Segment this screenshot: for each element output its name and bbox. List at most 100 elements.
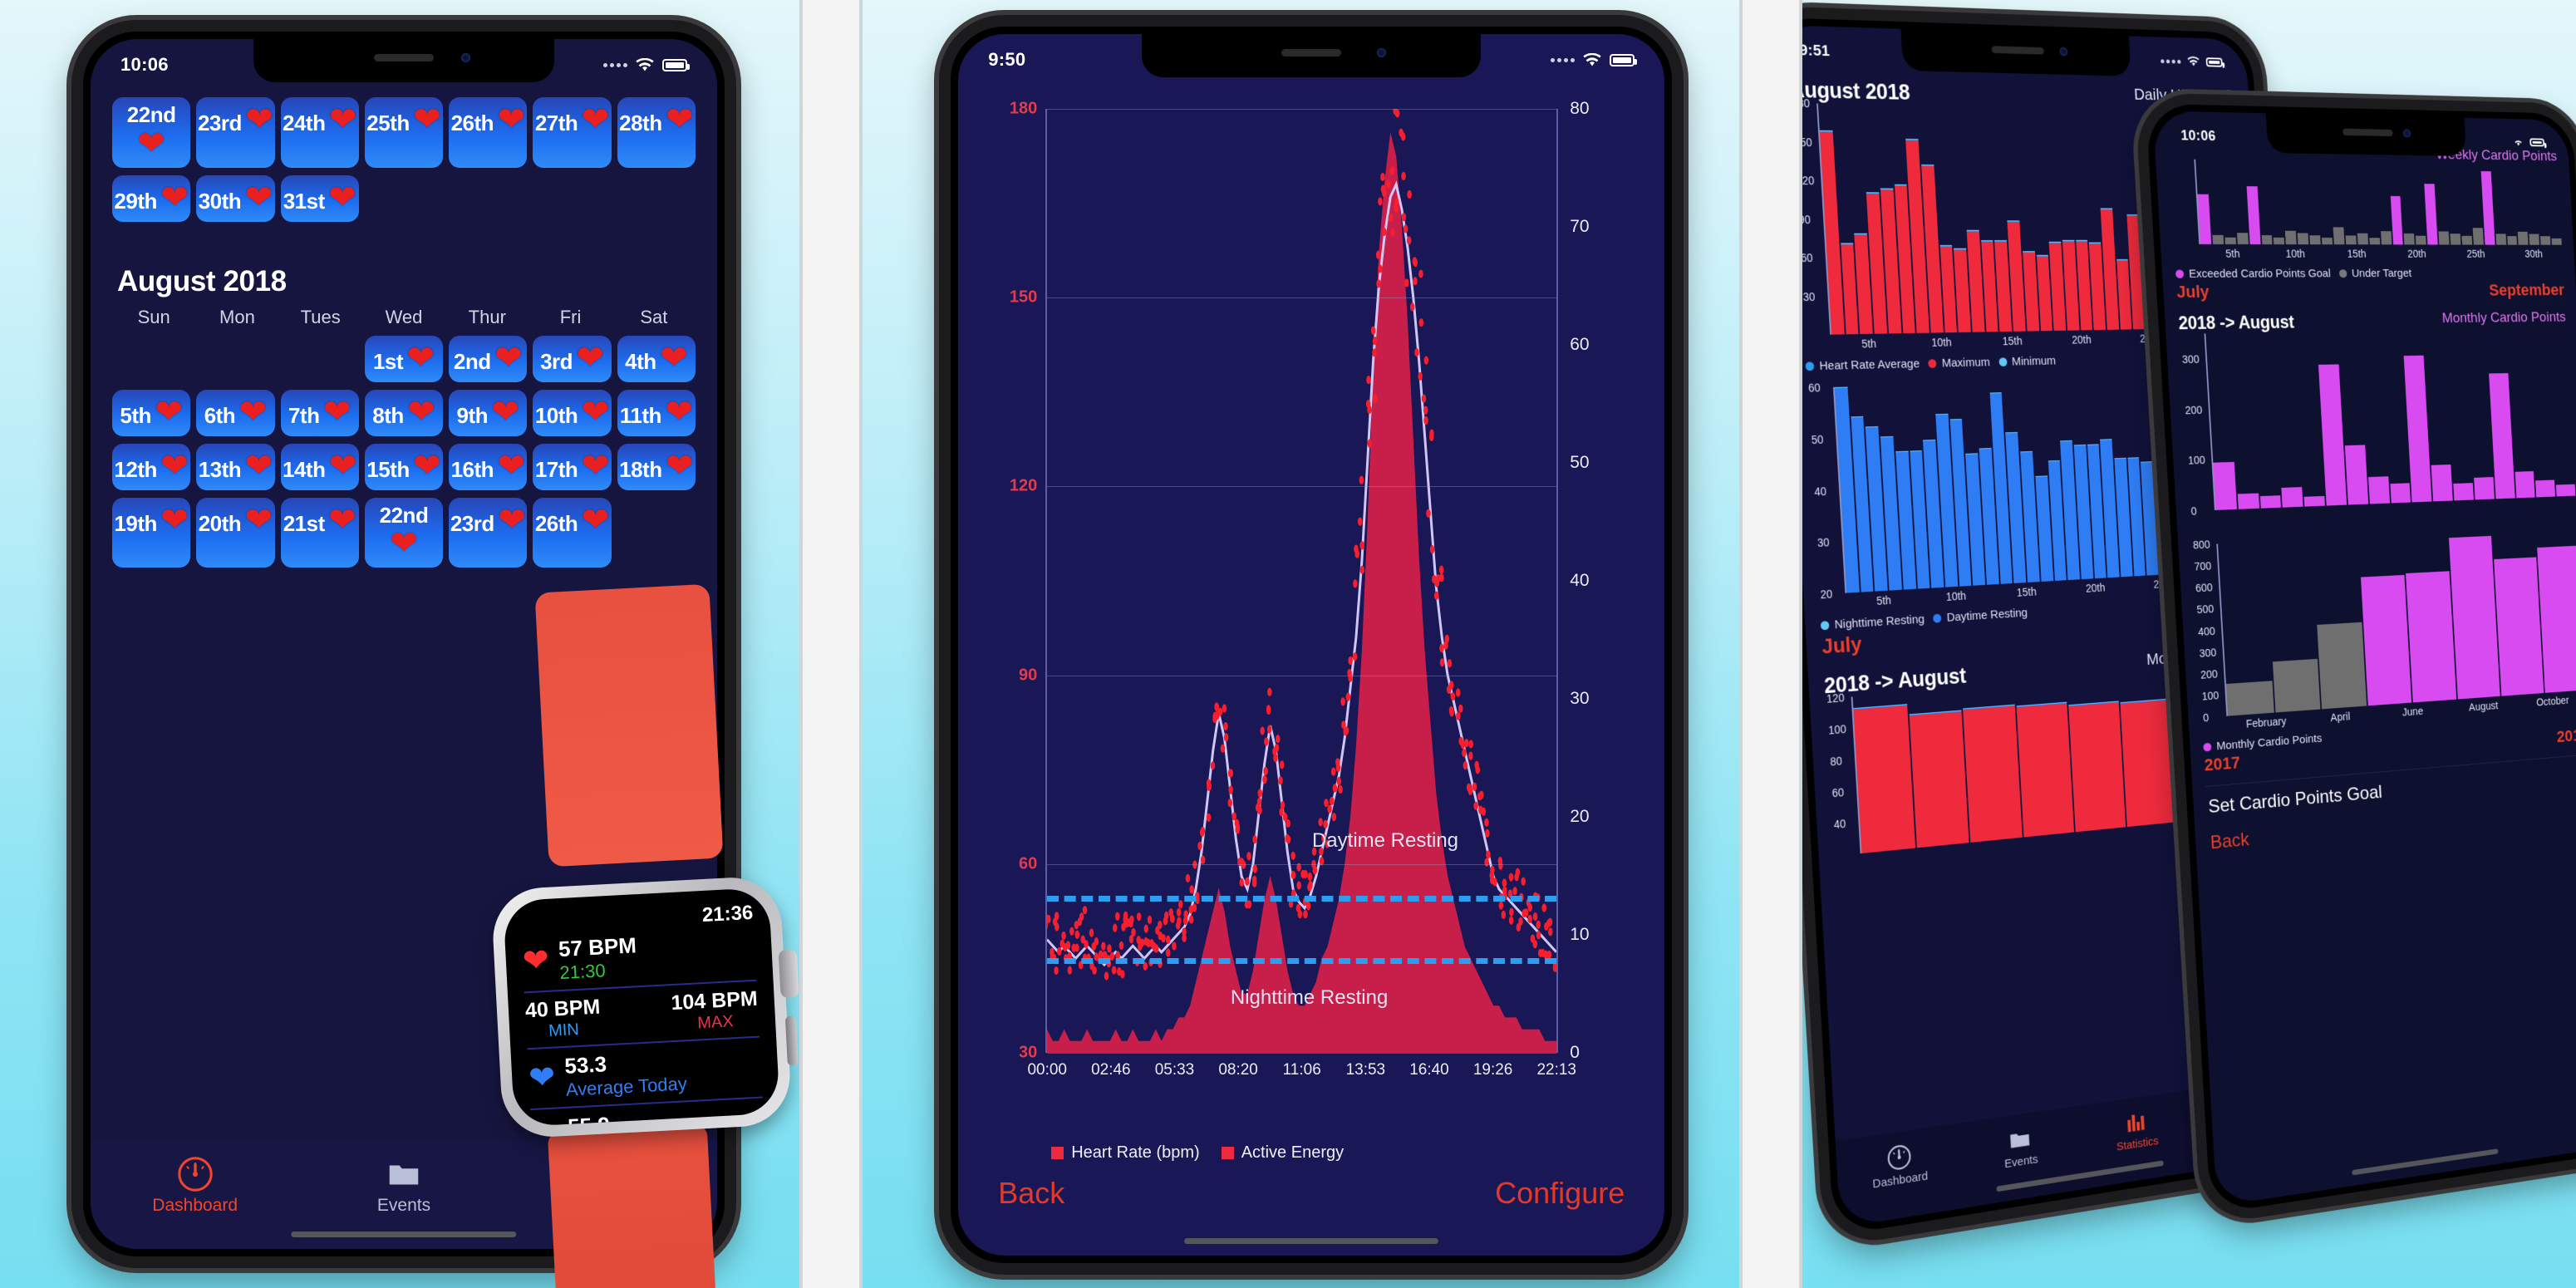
legend-dot <box>1806 361 1815 371</box>
calendar-day-cell[interactable]: 26th ❤ <box>449 97 527 168</box>
heart-icon: ❤ <box>328 179 356 216</box>
calendar-day-cell[interactable]: 21st ❤ <box>281 498 359 568</box>
calendar-day-cell[interactable]: 14th ❤ <box>281 444 359 490</box>
calendar-day-cell[interactable]: 13th ❤ <box>196 444 274 490</box>
y-axis-label: 180 <box>1010 100 1037 119</box>
heart-icon: ❤ <box>665 394 693 430</box>
heart-rate-line <box>1047 184 1556 965</box>
prev-period-button[interactable]: July <box>1821 632 1863 659</box>
calendar-day-cell[interactable]: 22nd ❤ <box>112 97 190 168</box>
calendar-day-label: 4th <box>625 349 656 374</box>
calendar-day-cell[interactable]: 1st ❤ <box>365 336 443 382</box>
calendar-day-cell[interactable]: 10th ❤ <box>533 390 611 436</box>
tab-statistics[interactable]: Statistics <box>2078 1099 2195 1160</box>
bar-segment <box>2494 557 2544 696</box>
prev-period-button[interactable]: July <box>2176 282 2210 302</box>
month-title: August 2018 <box>117 265 696 298</box>
x-axis-label: October <box>2536 694 2569 708</box>
calendar-day-cell[interactable]: 11th ❤ <box>617 390 696 436</box>
configure-button[interactable]: Configure <box>1495 1176 1625 1211</box>
calendar-day-cell[interactable]: 12th ❤ <box>112 444 190 490</box>
legend-label: Active Energy <box>1241 1143 1344 1163</box>
bar-segment <box>2213 235 2225 244</box>
calendar-day-cell[interactable]: 18th ❤ <box>617 444 696 490</box>
y-axis-label: 80 <box>1830 755 1842 769</box>
bar-segment <box>2404 234 2415 244</box>
heart-icon: ❤ <box>494 340 523 376</box>
calendar-day-cell[interactable]: 24th ❤ <box>281 97 359 168</box>
weekday-header: Tues <box>279 307 362 328</box>
calendar-day-cell[interactable]: 7th ❤ <box>281 390 359 436</box>
tab-events[interactable]: Events <box>1959 1115 2081 1178</box>
bar-segment <box>2226 681 2274 716</box>
calendar-day-cell[interactable]: 23rd ❤ <box>196 97 274 168</box>
tab-events[interactable]: Events <box>299 1153 508 1216</box>
calendar-day-cell[interactable]: 27th ❤ <box>533 97 611 168</box>
bar-segment <box>2262 235 2274 244</box>
watch-max-value: 104 BPM <box>671 987 759 1015</box>
watch-band-top <box>535 584 724 868</box>
gridline <box>1047 486 1556 487</box>
calendar-day-cell[interactable]: 30th ❤ <box>196 175 274 222</box>
calendar-day-cell[interactable]: 5th ❤ <box>112 390 190 436</box>
calendar-day-cell[interactable]: 15th ❤ <box>365 444 443 490</box>
x-axis-label: 25th <box>2466 248 2485 259</box>
calendar-day-cell[interactable]: 29th ❤ <box>112 175 190 222</box>
bar-segment <box>2310 235 2321 244</box>
x-axis-label: 15th <box>2347 248 2367 259</box>
bar <box>2067 677 2126 833</box>
side-button[interactable] <box>785 1015 799 1066</box>
signal-dots-icon <box>1551 58 1575 62</box>
weekday-header-row: Sun Mon Tues Wed Thur Fri Sat <box>112 307 696 328</box>
calendar-day-cell[interactable]: 16th ❤ <box>449 444 527 490</box>
prev-period-button[interactable]: 2017 <box>2204 753 2240 775</box>
digital-crown[interactable] <box>779 949 799 998</box>
bar-segment <box>2529 234 2540 245</box>
calendar-day-cell[interactable]: 28th ❤ <box>617 97 696 168</box>
calendar-day-cell[interactable]: 3rd ❤ <box>533 336 611 382</box>
bar-segment <box>2225 238 2237 244</box>
calendar-day-cell[interactable]: 2nd ❤ <box>449 336 527 382</box>
x-axis-label: 08:20 <box>1218 1061 1258 1079</box>
y-axis-label: 500 <box>2196 602 2214 616</box>
y-axis-label: 100 <box>2202 689 2220 702</box>
back-button[interactable]: Back <box>998 1176 1064 1211</box>
calendar-day-cell[interactable]: 25th ❤ <box>365 97 443 168</box>
calendar-day-label: 25th <box>366 111 409 135</box>
calendar-day-label: 30th <box>199 189 241 214</box>
y-axis-label: 300 <box>2182 353 2200 366</box>
calendar-day-cell[interactable]: 20th ❤ <box>196 498 274 568</box>
calendar-day-cell[interactable]: 31st ❤ <box>281 175 359 222</box>
calendar-day-cell[interactable]: 4th ❤ <box>617 336 696 382</box>
calendar-day-cell[interactable]: 19th ❤ <box>112 498 190 568</box>
x-axis-label: 02:46 <box>1091 1061 1131 1079</box>
bar-segment <box>2439 232 2450 245</box>
y-axis-label: 200 <box>2200 667 2218 681</box>
previous-month-grid: 22nd ❤ 23rd ❤ 24th ❤ 25th ❤ 26th ❤ 27th … <box>112 97 696 222</box>
bar-chart: 300 200 100 0 <box>2206 329 2576 530</box>
bottom-actions[interactable]: Back Configure <box>958 1176 1664 1211</box>
calendar-day-cell[interactable]: 26th ❤ <box>533 498 611 568</box>
tab-dashboard[interactable]: Dashboard <box>91 1153 299 1216</box>
tab-dashboard[interactable]: Dashboard <box>1836 1133 1963 1197</box>
calendar-day-cell[interactable]: 9th ❤ <box>449 390 527 436</box>
heart-icon: ❤ <box>666 101 694 138</box>
next-period-button[interactable]: September <box>2489 281 2565 300</box>
calendar-day-cell[interactable]: 8th ❤ <box>365 390 443 436</box>
bar <box>2493 529 2544 696</box>
back-button[interactable]: Back <box>2210 829 2250 853</box>
calendar-day-label: 12th <box>114 457 156 482</box>
bar <box>2404 533 2456 702</box>
wifi-icon <box>635 58 655 72</box>
x-axis-label: 30th <box>2524 248 2543 259</box>
bar-segment <box>2238 494 2259 509</box>
next-period-button[interactable]: 2019 <box>2557 725 2576 747</box>
calendar-day-label: 31st <box>283 189 325 214</box>
calendar-day-cell[interactable]: 6th ❤ <box>196 390 274 436</box>
bar-segment <box>2449 536 2500 700</box>
calendar-day-cell[interactable]: 17th ❤ <box>533 444 611 490</box>
heart-icon: ❤ <box>660 340 688 376</box>
calendar-day-cell[interactable]: 23rd ❤ <box>449 498 527 568</box>
calendar-day-label: 17th <box>535 457 578 482</box>
calendar-day-cell[interactable]: 22nd ❤ <box>365 498 443 568</box>
